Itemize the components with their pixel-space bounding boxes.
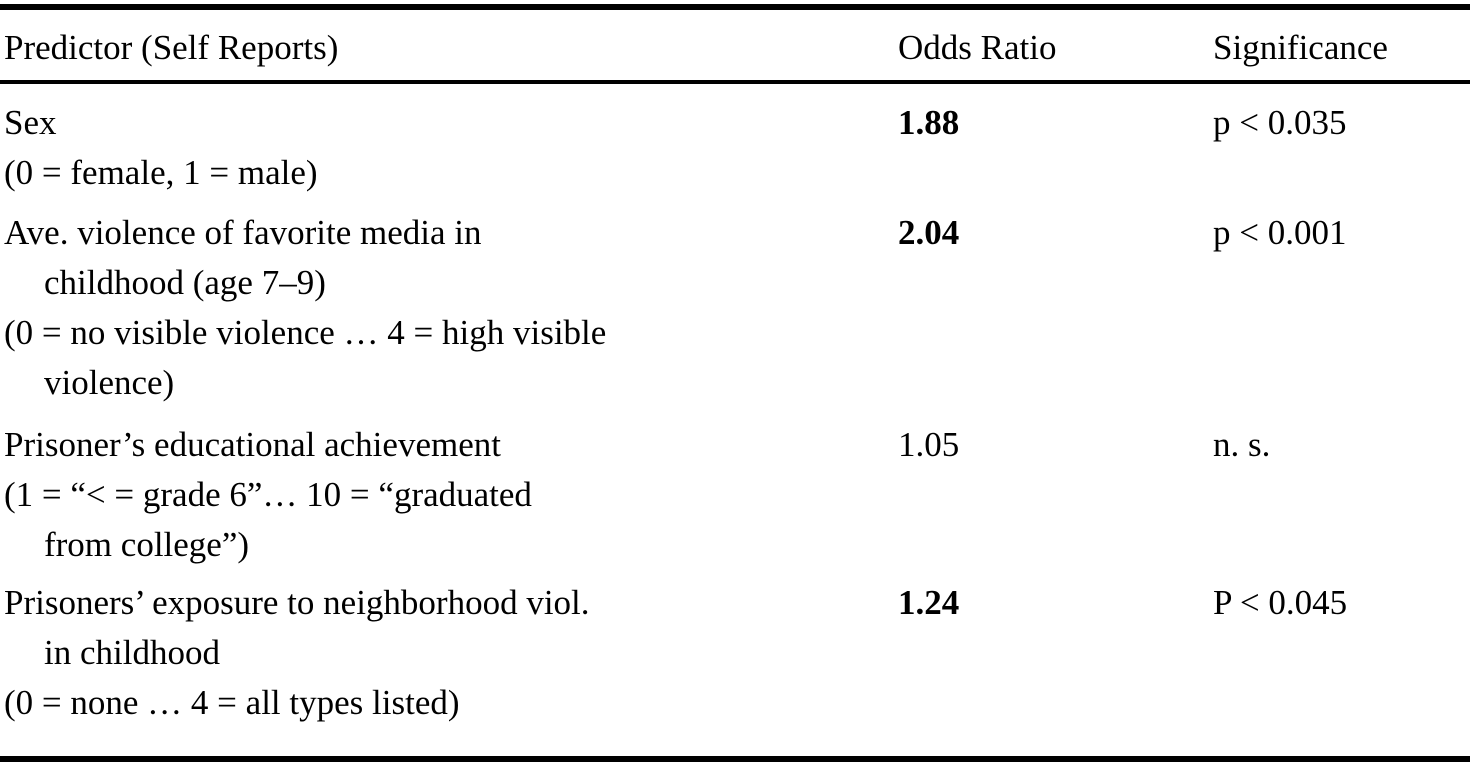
predictor-line: (0 = none … 4 = all types listed) <box>4 683 460 722</box>
cell-odds-ratio: 2.04 <box>898 213 960 252</box>
statistics-table: Predictor (Self Reports) Odds Ratio Sign… <box>0 0 1470 768</box>
cell-predictor: Ave. violence of favorite media in child… <box>4 208 884 408</box>
cell-significance: n. s. <box>1213 425 1271 464</box>
cell-odds-ratio: 1.24 <box>898 583 960 622</box>
cell-predictor: Prisoners’ exposure to neighborhood viol… <box>4 578 884 728</box>
predictor-line: (1 = “< = grade 6”… 10 = “graduated <box>4 475 532 514</box>
table-bottom-rule <box>0 756 1470 762</box>
predictor-line: (0 = female, 1 = male) <box>4 153 318 192</box>
table-header-rule <box>0 80 1470 84</box>
cell-significance: P < 0.045 <box>1213 583 1348 622</box>
predictor-line: in childhood <box>44 633 220 672</box>
predictor-line: childhood (age 7–9) <box>44 263 326 302</box>
predictor-line: Prisoner’s educational achievement <box>4 425 501 464</box>
table-top-rule <box>0 4 1470 10</box>
cell-odds-ratio: 1.05 <box>898 425 960 464</box>
column-header-predictor: Predictor (Self Reports) <box>4 28 339 67</box>
predictor-line: Ave. violence of favorite media in <box>4 213 482 252</box>
cell-predictor: Prisoner’s educational achievement (1 = … <box>4 420 884 570</box>
cell-odds-ratio: 1.88 <box>898 103 960 142</box>
cell-predictor: Sex (0 = female, 1 = male) <box>4 98 884 198</box>
column-header-significance: Significance <box>1213 28 1388 67</box>
predictor-line: Sex <box>4 103 57 142</box>
predictor-line: violence) <box>44 363 175 402</box>
cell-significance: p < 0.035 <box>1213 103 1347 142</box>
column-header-odds-ratio: Odds Ratio <box>898 28 1057 67</box>
predictor-line: from college”) <box>44 525 250 564</box>
predictor-line: (0 = no visible violence … 4 = high visi… <box>4 313 607 352</box>
cell-significance: p < 0.001 <box>1213 213 1347 252</box>
predictor-line: Prisoners’ exposure to neighborhood viol… <box>4 583 590 622</box>
